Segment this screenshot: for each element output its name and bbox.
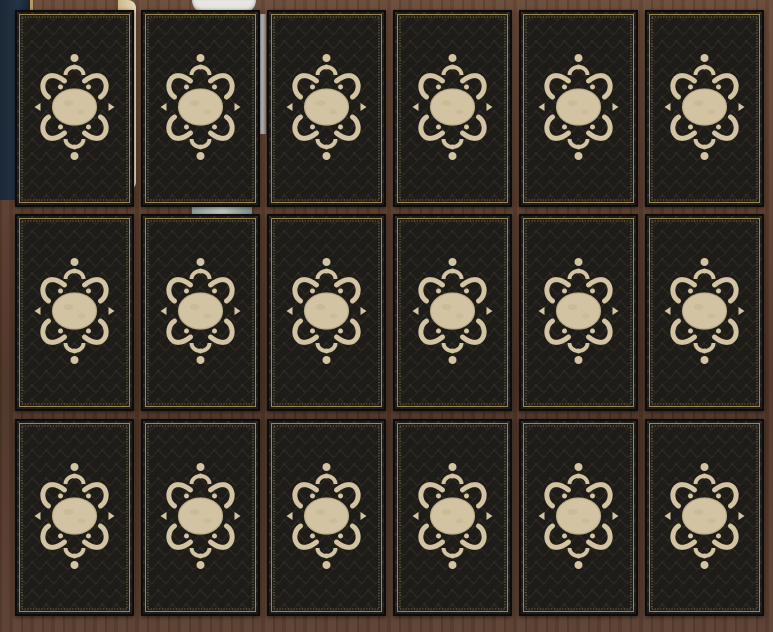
card-back-r3-c1[interactable]	[15, 419, 134, 616]
card-back-r1-c5[interactable]	[519, 10, 638, 207]
card-back-r1-c3[interactable]	[267, 10, 386, 207]
full-moon-icon	[555, 497, 602, 535]
card-back-r1-c6[interactable]	[645, 10, 764, 207]
full-moon-icon	[51, 88, 98, 126]
card-back-r3-c2[interactable]	[141, 419, 260, 616]
card-back-design: ornate-moon-medallion	[0, 0, 1, 1]
card-back-r2-c4[interactable]	[393, 214, 512, 411]
full-moon-icon	[681, 497, 728, 535]
card-grid	[0, 0, 773, 632]
full-moon-icon	[681, 292, 728, 330]
card-back-r1-c2[interactable]	[141, 10, 260, 207]
full-moon-icon	[177, 88, 224, 126]
full-moon-icon	[429, 497, 476, 535]
card-back-r2-c2[interactable]	[141, 214, 260, 411]
card-back-r3-c4[interactable]	[393, 419, 512, 616]
card-back-r1-c4[interactable]	[393, 10, 512, 207]
full-moon-icon	[51, 497, 98, 535]
full-moon-icon	[555, 292, 602, 330]
full-moon-icon	[681, 88, 728, 126]
full-moon-icon	[303, 497, 350, 535]
full-moon-icon	[429, 292, 476, 330]
full-moon-icon	[555, 88, 602, 126]
card-back-r2-c1[interactable]	[15, 214, 134, 411]
card-back-r2-c6[interactable]	[645, 214, 764, 411]
full-moon-icon	[51, 292, 98, 330]
full-moon-icon	[177, 497, 224, 535]
full-moon-icon	[177, 292, 224, 330]
card-back-r2-c3[interactable]	[267, 214, 386, 411]
card-back-r1-c1[interactable]	[15, 10, 134, 207]
full-moon-icon	[429, 88, 476, 126]
full-moon-icon	[303, 292, 350, 330]
card-back-r2-c5[interactable]	[519, 214, 638, 411]
card-back-r3-c5[interactable]	[519, 419, 638, 616]
full-moon-icon	[303, 88, 350, 126]
card-back-r3-c6[interactable]	[645, 419, 764, 616]
card-back-r3-c3[interactable]	[267, 419, 386, 616]
